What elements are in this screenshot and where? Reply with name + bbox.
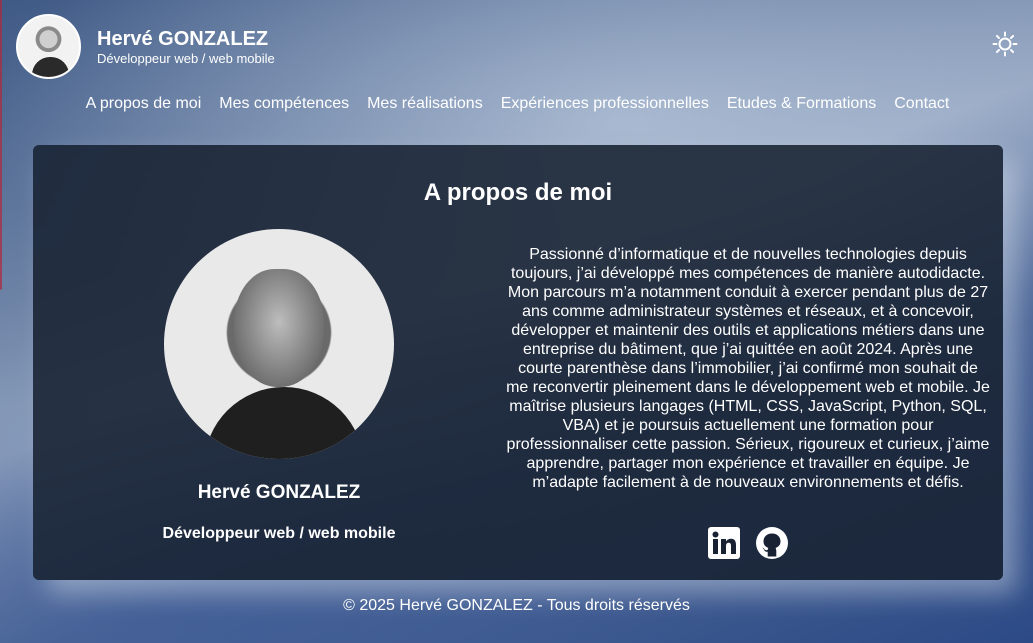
brand[interactable]: Hervé GONZALEZ Développeur web / web mob…: [16, 14, 275, 79]
nav-item-contact[interactable]: Contact: [894, 93, 949, 115]
profile-photo: [164, 229, 394, 459]
site-footer: © 2025 Hervé GONZALEZ - Tous droits rése…: [343, 597, 690, 614]
social-links: [708, 527, 788, 559]
github-link[interactable]: [756, 527, 788, 559]
linkedin-icon: [708, 527, 740, 559]
avatar: [16, 14, 81, 79]
linkedin-link[interactable]: [708, 527, 740, 559]
profile-role: Développeur web / web mobile: [162, 525, 396, 542]
bio-text: Passionné d’informatique et de nouvelles…: [506, 246, 990, 491]
nav-item-experience[interactable]: Expériences professionnelles: [501, 93, 709, 115]
nav-item-projects[interactable]: Mes réalisations: [367, 93, 483, 115]
site-header: Hervé GONZALEZ Développeur web / web mob…: [0, 0, 1033, 132]
nav-item-skills[interactable]: Mes compétences: [219, 93, 349, 115]
github-icon: [756, 527, 788, 559]
main-nav: A propos de moi Mes compétences Mes réal…: [0, 93, 1033, 115]
about-card: A propos de moi Hervé GONZALEZ Développe…: [33, 145, 1003, 580]
nav-item-education[interactable]: Etudes & Formations: [727, 93, 876, 115]
site-owner-subtitle: Développeur web / web mobile: [97, 51, 275, 66]
site-owner-name: Hervé GONZALEZ: [97, 28, 269, 50]
nav-item-about[interactable]: A propos de moi: [86, 93, 202, 115]
profile-name: Hervé GONZALEZ: [197, 482, 361, 503]
brand-text: Hervé GONZALEZ Développeur web / web mob…: [97, 27, 275, 66]
theme-toggle-button[interactable]: [991, 30, 1019, 58]
section-title: A propos de moi: [423, 179, 613, 206]
sun-icon: [992, 31, 1018, 57]
